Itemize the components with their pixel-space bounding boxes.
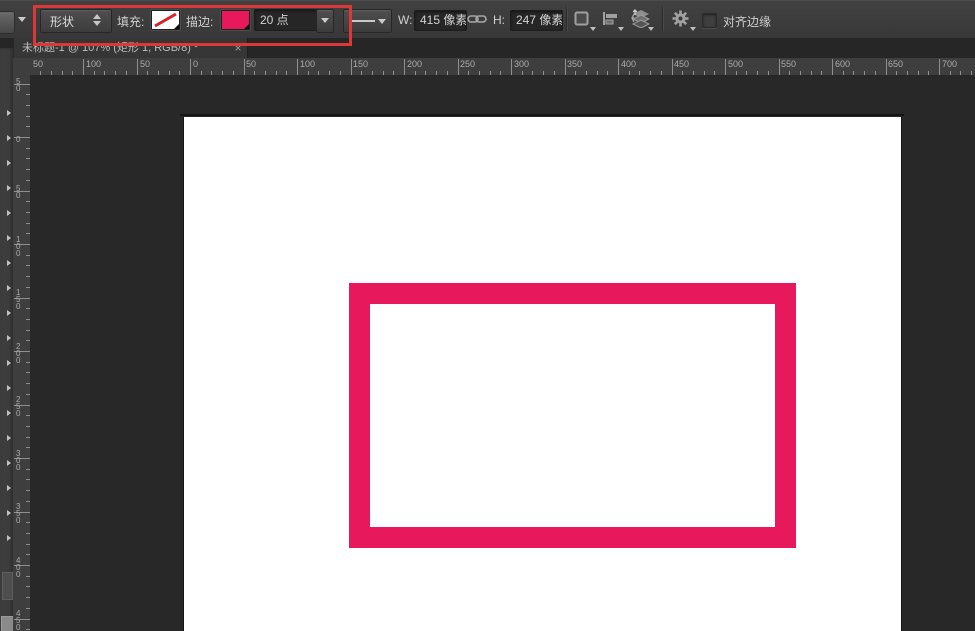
width-label: W: xyxy=(398,13,412,27)
tool-mode-label: 形状 xyxy=(50,13,74,30)
tool-flyout-triangle-icon xyxy=(7,410,11,416)
tool-flyout-triangle-icon xyxy=(7,435,11,441)
h-ruler-number: 350 xyxy=(567,59,582,69)
shape-height-value: 247 像素 xyxy=(516,13,563,27)
h-ruler-number: 50 xyxy=(33,59,43,69)
h-ruler-number: 50 xyxy=(140,59,150,69)
tool-flyout-triangle-icon xyxy=(7,135,11,141)
stroke-label: 描边: xyxy=(186,13,213,30)
h-ruler-number: 200 xyxy=(407,59,422,69)
h-ruler-number: 300 xyxy=(514,59,529,69)
tool-flyout-triangle-icon xyxy=(7,160,11,166)
v-ruler-number: 0 xyxy=(16,136,20,143)
h-ruler-number: 700 xyxy=(942,59,957,69)
fill-swatch[interactable] xyxy=(151,10,180,30)
tool-mode-select[interactable]: 形状 xyxy=(40,9,112,33)
align-edges-checkbox[interactable] xyxy=(702,13,717,28)
tool-flyout-triangle-icon xyxy=(7,510,11,516)
tool-flyout-triangle-icon xyxy=(7,285,11,291)
h-ruler-number: 150 xyxy=(353,59,368,69)
chevron-down-icon xyxy=(590,27,596,31)
document-top-edge-line xyxy=(180,114,904,116)
options-bar: 形状 填充: 描边: 20 点 xyxy=(0,0,975,39)
tool-flyout-triangle-icon xyxy=(7,260,11,266)
h-ruler-number: 100 xyxy=(86,59,101,69)
vertical-ruler[interactable]: 5 0 0 5 0 1 0 0 1 5 0 2 0 0 2 5 0 3 0 0 3 5 0 4 0… xyxy=(13,75,31,631)
tool-flyout-triangle-icon xyxy=(7,185,11,191)
tool-preset-icon[interactable] xyxy=(0,11,15,34)
v-ruler-number: 4 0 0 xyxy=(16,557,20,578)
h-ruler-number: 0 xyxy=(193,59,198,69)
v-ruler-number: 3 0 0 xyxy=(16,450,20,471)
separator xyxy=(566,7,567,31)
chevron-down-icon xyxy=(690,27,696,31)
v-ruler-number: 5 0 xyxy=(16,78,20,92)
h-ruler-number: 450 xyxy=(674,59,689,69)
h-ruler-number: 650 xyxy=(888,59,903,69)
document-tab-title: 未标题-1 @ 107% (矩形 1, RGB/8) * xyxy=(22,42,198,54)
height-label: H: xyxy=(493,13,505,27)
photoshop-window: 形状 填充: 描边: 20 点 xyxy=(0,0,975,631)
pink-rectangle-shape[interactable] xyxy=(349,283,796,548)
h-ruler-number: 550 xyxy=(781,59,796,69)
tool-flyout-triangle-icon xyxy=(7,385,11,391)
h-ruler-number: 250 xyxy=(460,59,475,69)
canvas-area[interactable] xyxy=(30,75,975,631)
v-ruler-number: 3 5 0 xyxy=(16,503,20,524)
shape-width-value: 415 像素 xyxy=(420,13,467,27)
v-ruler-number: 4 5 0 xyxy=(16,610,20,631)
gear-icon[interactable] xyxy=(672,10,689,27)
h-ruler-number: 100 xyxy=(300,59,315,69)
path-operations-icon[interactable] xyxy=(574,11,589,26)
up-down-spinner-icon xyxy=(93,14,101,26)
h-ruler-number: 600 xyxy=(835,59,850,69)
chevron-down-icon xyxy=(618,27,624,31)
fill-label: 填充: xyxy=(117,13,144,30)
path-arrangement-icon[interactable] xyxy=(630,9,650,28)
tool-flyout-triangle-icon xyxy=(7,110,11,116)
path-alignment-icon[interactable] xyxy=(602,11,618,26)
h-ruler-number: 500 xyxy=(728,59,743,69)
chevron-down-icon xyxy=(321,18,329,23)
v-ruler-number: 5 0 xyxy=(16,185,20,199)
v-ruler-number: 1 5 0 xyxy=(16,289,20,310)
shape-height-input[interactable]: 247 像素 xyxy=(510,10,563,31)
stroke-style-select[interactable] xyxy=(343,9,392,33)
document-tab-bar: 未标题-1 @ 107% (矩形 1, RGB/8) * × xyxy=(0,38,975,59)
align-edges-label: 对齐边缘 xyxy=(723,13,771,30)
link-dimensions-icon[interactable] xyxy=(467,13,487,25)
tool-flyout-triangle-icon xyxy=(7,485,11,491)
horizontal-ruler[interactable]: 5010050050100150200250300350400450500550… xyxy=(30,58,975,76)
toolbox-color-swatch[interactable] xyxy=(2,572,13,600)
shape-width-input[interactable]: 415 像素 xyxy=(414,10,467,31)
tool-flyout-triangle-icon xyxy=(7,210,11,216)
v-ruler-number: 1 0 0 xyxy=(16,236,20,257)
solid-line-icon xyxy=(349,20,375,22)
stroke-width-value: 20 点 xyxy=(260,13,289,27)
v-ruler-number: 2 5 0 xyxy=(16,396,20,417)
stroke-width-dropdown-button[interactable] xyxy=(316,9,334,33)
tool-flyout-triangle-icon xyxy=(7,460,11,466)
tool-preset-chevron-down-icon[interactable] xyxy=(18,17,26,22)
h-ruler-number: 400 xyxy=(621,59,636,69)
v-ruler-number: 2 0 0 xyxy=(16,343,20,364)
stroke-width-input[interactable]: 20 点 xyxy=(254,9,320,31)
tool-flyout-triangle-icon xyxy=(7,310,11,316)
tab-close-icon[interactable]: × xyxy=(230,38,246,58)
tool-flyout-triangle-icon xyxy=(7,360,11,366)
toolbox-edge-strip[interactable] xyxy=(0,48,14,631)
tool-flyout-triangle-icon xyxy=(7,535,11,541)
separator xyxy=(662,7,663,31)
stroke-swatch[interactable] xyxy=(221,10,250,30)
h-ruler-number: 50 xyxy=(246,59,256,69)
chevron-down-icon xyxy=(378,19,386,24)
swatch-corner-arrow-icon xyxy=(244,24,249,29)
chevron-down-icon xyxy=(648,27,654,31)
tool-flyout-triangle-icon xyxy=(7,235,11,241)
ruler-corner[interactable] xyxy=(13,58,31,76)
tool-flyout-triangle-icon xyxy=(7,335,11,341)
swatch-corner-arrow-icon xyxy=(174,24,179,29)
document-tab[interactable]: 未标题-1 @ 107% (矩形 1, RGB/8) * xyxy=(14,38,248,58)
